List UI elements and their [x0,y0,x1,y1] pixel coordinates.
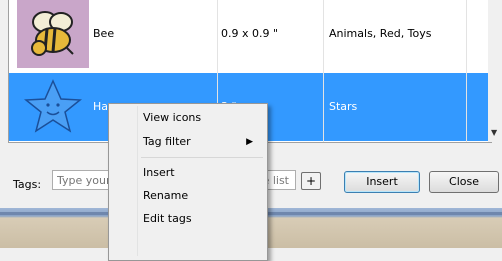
star-icon [23,79,83,133]
close-button[interactable]: Close [429,171,499,193]
menu-separator [141,157,263,158]
context-menu: View icons Tag filter ▶ Insert Rename Ed… [108,103,268,261]
row-tags: Stars [329,100,358,113]
row-tags: Animals, Red, Toys [329,27,432,40]
tags-label: Tags: [13,178,42,191]
submenu-arrow-icon: ▶ [246,137,253,147]
menu-item-edit-tags[interactable]: Edit tags [143,209,192,229]
row-name: Bee [93,27,115,40]
bee-icon [31,11,74,56]
add-tag-button[interactable]: + [301,172,321,190]
insert-button[interactable]: Insert [344,171,420,193]
menu-item-tag-filter[interactable]: Tag filter [143,132,263,152]
column-divider [466,0,467,142]
row-name: Ha [93,100,109,113]
menu-item-rename[interactable]: Rename [143,186,188,206]
list-row-bee[interactable]: Bee 0.9 x 0.9 " Animals, Red, Toys [9,0,491,68]
menu-item-label: Tag filter [143,135,191,148]
bee-thumbnail [17,0,89,68]
menu-gutter [137,106,138,256]
menu-item-insert[interactable]: Insert [143,163,175,183]
column-divider [323,0,324,142]
menu-item-view-icons[interactable]: View icons [143,108,201,128]
vertical-scrollbar[interactable]: ▼ [488,0,502,142]
row-size: 0.9 x 0.9 " [221,27,279,40]
star-thumbnail [17,73,89,141]
scroll-down-icon[interactable]: ▼ [491,128,497,137]
